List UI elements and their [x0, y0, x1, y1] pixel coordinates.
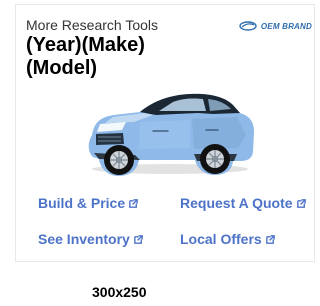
- oem-brand: OEM BRAND: [239, 19, 312, 33]
- research-tools-ad: More Research Tools OEM BRAND (Year)(Mak…: [15, 4, 315, 262]
- see-inventory-label: See Inventory: [38, 231, 130, 247]
- vehicle-title-line-one: (Year)(Make): [26, 34, 145, 56]
- request-quote-label: Request A Quote: [180, 195, 293, 211]
- see-inventory-link[interactable]: See Inventory: [38, 231, 144, 247]
- vehicle-title: (Year)(Make) (Model): [26, 34, 186, 80]
- vehicle-image: [88, 93, 255, 176]
- research-links: Build & Price Request A Quote See Invent…: [38, 195, 314, 249]
- build-price-link[interactable]: Build & Price: [38, 195, 139, 211]
- external-link-icon: [133, 235, 143, 244]
- external-link-icon: [296, 199, 306, 208]
- external-link-icon: [265, 235, 275, 244]
- build-price-label: Build & Price: [38, 195, 126, 211]
- oem-brand-logo-icon: [239, 21, 257, 31]
- ad-size-preview: More Research Tools OEM BRAND (Year)(Mak…: [0, 0, 317, 306]
- local-offers-link[interactable]: Local Offers: [180, 231, 276, 247]
- ad-size-caption: 300x250: [92, 284, 147, 300]
- request-quote-link[interactable]: Request A Quote: [180, 195, 307, 211]
- external-link-icon: [129, 199, 138, 208]
- section-title: More Research Tools: [26, 17, 159, 33]
- local-offers-label: Local Offers: [180, 231, 262, 247]
- brand-label: OEM BRAND: [260, 21, 312, 31]
